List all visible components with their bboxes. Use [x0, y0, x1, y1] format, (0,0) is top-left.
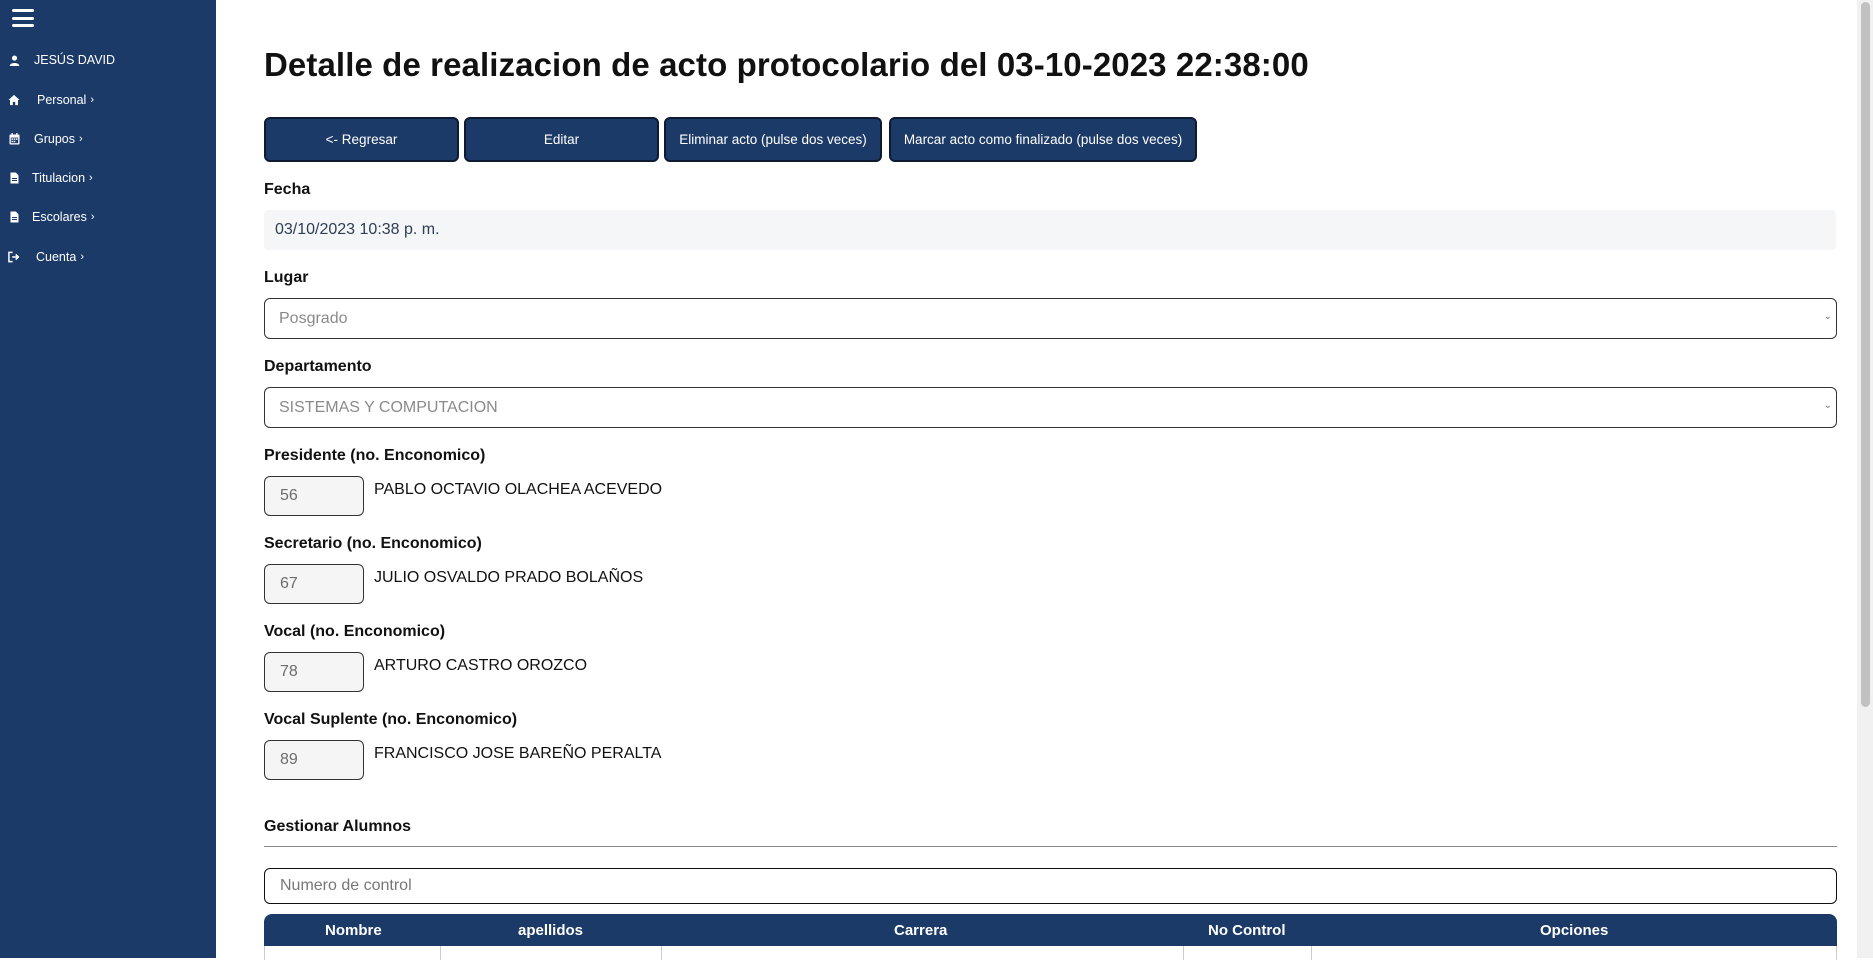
document-icon — [8, 172, 20, 184]
sidebar-item-label: Escolares — [32, 210, 87, 224]
lugar-label: Lugar — [264, 269, 309, 286]
menu-toggle-icon[interactable] — [12, 9, 34, 27]
chevron-right-icon: › — [79, 133, 83, 145]
calendar-icon — [8, 133, 20, 145]
departamento-label: Departamento — [264, 358, 372, 375]
sidebar-user-label: JESÚS DAVID — [34, 53, 116, 67]
alumnos-heading: Gestionar Alumnos — [264, 818, 411, 835]
column-header-opciones: Opciones — [1540, 922, 1609, 939]
sidebar-item-label: Personal — [37, 93, 87, 107]
sidebar-item-label: Titulacion — [32, 171, 86, 185]
chevron-right-icon: › — [90, 211, 95, 223]
sidebar: JESÚS DAVID Personal › Grupos › Titulaci… — [0, 0, 216, 958]
fecha-field: 03/10/2023 10:38 p. m. — [264, 210, 1836, 250]
sidebar-item-label: Grupos — [34, 132, 75, 146]
main-content: Detalle de realizacion de acto protocola… — [216, 0, 1857, 960]
sidebar-item-personal[interactable]: Personal › — [0, 88, 94, 112]
page-title: Detalle de realizacion de acto protocola… — [264, 46, 1309, 83]
user-icon — [8, 54, 20, 66]
departamento-value: SISTEMAS Y COMPUTACION — [279, 398, 498, 416]
scrollbar-thumb[interactable] — [1861, 2, 1870, 707]
home-icon — [8, 94, 20, 106]
vocal-suplente-number-input[interactable]: 89 — [264, 740, 364, 780]
vocal-label: Vocal (no. Enconomico) — [264, 623, 446, 640]
vocal-name: ARTURO CASTRO OROZCO — [374, 657, 588, 674]
column-header-no-control: No Control — [1208, 922, 1286, 939]
finish-button[interactable]: Marcar acto como finalizado (pulse dos v… — [889, 117, 1197, 162]
control-number-search-input[interactable] — [264, 868, 1837, 904]
sidebar-item-escolares[interactable]: Escolares › — [0, 205, 95, 229]
edit-button[interactable]: Editar — [464, 117, 659, 162]
presidente-name: PABLO OCTAVIO OLACHEA ACEVEDO — [374, 481, 663, 498]
page-scrollbar[interactable] — [1857, 0, 1873, 958]
delete-button[interactable]: Eliminar acto (pulse dos veces) — [664, 117, 882, 162]
column-header-apellidos: apellidos — [518, 922, 584, 939]
logout-icon — [8, 251, 20, 263]
lugar-select[interactable]: Posgrado ⌄ — [264, 298, 1837, 339]
sidebar-item-grupos[interactable]: Grupos › — [0, 127, 83, 151]
back-button[interactable]: <- Regresar — [264, 117, 459, 162]
vocal-suplente-name: FRANCISCO JOSE BAREÑO PERALTA — [374, 745, 662, 762]
secretario-number-input[interactable]: 67 — [264, 564, 364, 604]
lugar-value: Posgrado — [279, 309, 348, 327]
chevron-right-icon: › — [90, 94, 95, 106]
sidebar-item-label: Cuenta — [36, 250, 77, 264]
column-header-nombre: Nombre — [325, 922, 382, 939]
students-table-header: Nombre apellidos Carrera No Control Opci… — [264, 914, 1837, 946]
vocal-number-input[interactable]: 78 — [264, 652, 364, 692]
fecha-label: Fecha — [264, 181, 311, 198]
presidente-label: Presidente (no. Enconomico) — [264, 447, 486, 464]
column-header-carrera: Carrera — [894, 922, 948, 939]
chevron-down-icon: ⌄ — [1823, 311, 1832, 322]
secretario-label: Secretario (no. Enconomico) — [264, 535, 482, 552]
secretario-name: JULIO OSVALDO PRADO BOLAÑOS — [374, 569, 644, 586]
vocal-suplente-label: Vocal Suplente (no. Enconomico) — [264, 711, 518, 728]
chevron-down-icon: ⌄ — [1823, 400, 1832, 411]
chevron-right-icon: › — [80, 251, 84, 263]
sidebar-item-titulacion[interactable]: Titulacion › — [0, 166, 93, 190]
presidente-number-input[interactable]: 56 — [264, 476, 364, 516]
document-icon — [8, 211, 20, 223]
sidebar-user[interactable]: JESÚS DAVID — [0, 48, 115, 72]
departamento-select[interactable]: SISTEMAS Y COMPUTACION ⌄ — [264, 387, 1837, 428]
sidebar-item-cuenta[interactable]: Cuenta › — [0, 245, 84, 269]
divider — [264, 846, 1837, 847]
chevron-right-icon: › — [89, 172, 93, 184]
